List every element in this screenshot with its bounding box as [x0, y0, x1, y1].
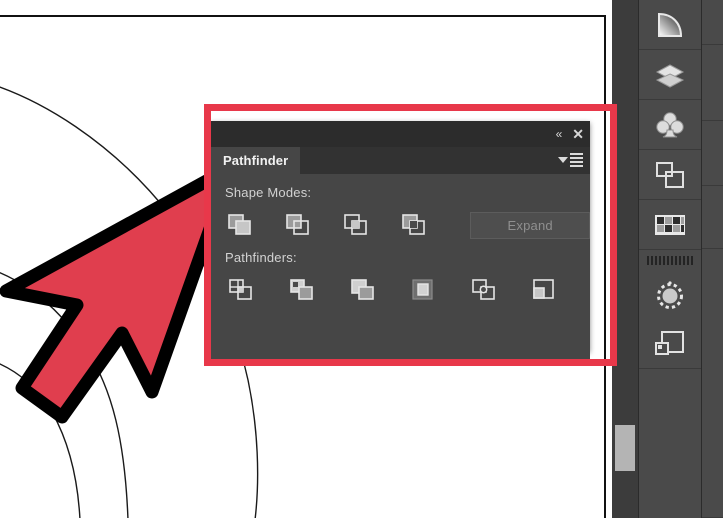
transform-icon [655, 330, 684, 355]
dock-group-brushes [639, 270, 701, 319]
dock-button-gradient[interactable] [639, 0, 701, 49]
dock-group-symbols [639, 100, 701, 150]
dock-group-gradient [639, 0, 701, 50]
dock-drag-grip[interactable] [639, 250, 701, 270]
illustrator-window: « ✕ Pathfinder Shape Modes: Expand Pathf… [0, 0, 723, 518]
dock-button-transform[interactable] [639, 319, 701, 368]
gradient-icon [658, 12, 683, 37]
dock-button-symbols[interactable] [639, 100, 701, 149]
dock-scrollbar-thumb[interactable] [615, 425, 635, 471]
right-panel-dock [612, 0, 723, 518]
dock-button-swatches[interactable] [639, 200, 701, 249]
dock-group-swatches [639, 200, 701, 250]
pathfinder-icon [656, 161, 684, 188]
dock-empty-space [639, 369, 701, 518]
dock-seg-4 [702, 186, 723, 249]
dock-seg-5 [702, 249, 723, 518]
red-callout-rectangle [204, 104, 617, 366]
dock-button-brushes[interactable] [639, 270, 701, 319]
dock-group-pathfinder [639, 150, 701, 200]
dock-group-transform [639, 319, 701, 369]
dock-button-layers[interactable] [639, 50, 701, 99]
dock-icon-column [639, 0, 702, 518]
dock-seg-2 [702, 45, 723, 121]
dock-seg-3 [702, 121, 723, 186]
dock-secondary-column [702, 0, 723, 518]
brushes-icon [657, 280, 683, 309]
grip-dots-icon [647, 255, 693, 265]
symbols-icon [656, 111, 684, 137]
dock-button-pathfinder[interactable] [639, 150, 701, 199]
swatches-icon [655, 214, 685, 235]
layers-icon [655, 63, 685, 88]
dock-seg-1 [702, 0, 723, 45]
dock-group-layers [639, 50, 701, 100]
